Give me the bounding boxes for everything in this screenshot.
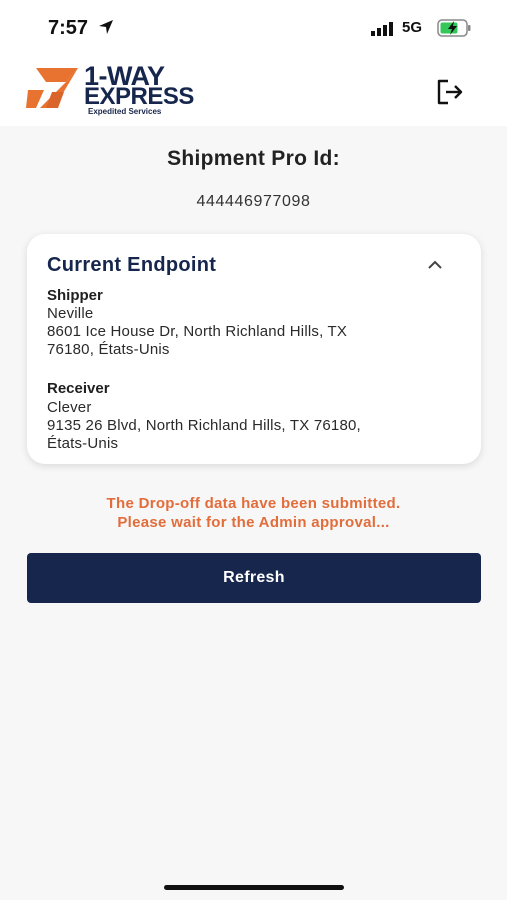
receiver-name: Clever xyxy=(47,399,92,416)
approval-notice: The Drop-off data have been submitted. P… xyxy=(0,494,507,532)
status-time: 7:57 xyxy=(48,17,89,39)
receiver-label: Receiver xyxy=(47,380,110,397)
network-label: 5G xyxy=(402,19,423,36)
current-endpoint-card: Current Endpoint Shipper Neville 8601 Ic… xyxy=(27,234,481,464)
receiver-address-line1: 9135 26 Blvd, North Richland Hills, TX 7… xyxy=(47,417,361,434)
shipper-name: Neville xyxy=(47,305,94,322)
shipper-address-line1: 8601 Ice House Dr, North Richland Hills,… xyxy=(47,323,348,340)
location-arrow-icon xyxy=(99,20,113,34)
notice-line1: The Drop-off data have been submitted. xyxy=(106,495,401,512)
logout-icon[interactable] xyxy=(434,76,466,108)
receiver-address-line2: États-Unis xyxy=(47,435,119,452)
logo-wordmark-line2: EXPRESS xyxy=(84,83,194,110)
chevron-up-icon[interactable] xyxy=(426,258,444,272)
logo-tagline: Expedited Services xyxy=(88,107,162,116)
shipment-pro-id-value: 444446977098 xyxy=(196,193,311,210)
shipper-label: Shipper xyxy=(47,287,103,304)
shipper-address-line2: 76180, États-Unis xyxy=(47,341,170,358)
status-bar: 7:57 5G xyxy=(0,0,507,58)
app-header: 1-WAY EXPRESS Expedited Services xyxy=(0,58,507,126)
refresh-button[interactable]: Refresh xyxy=(27,553,481,603)
home-indicator[interactable] xyxy=(164,885,344,890)
card-title: Current Endpoint xyxy=(47,254,217,276)
company-logo-icon xyxy=(26,68,78,108)
notice-line2: Please wait for the Admin approval... xyxy=(117,514,390,531)
battery-charging-icon xyxy=(437,19,471,37)
shipment-pro-id-title: Shipment Pro Id: xyxy=(167,147,340,170)
signal-bars-icon xyxy=(371,22,393,36)
